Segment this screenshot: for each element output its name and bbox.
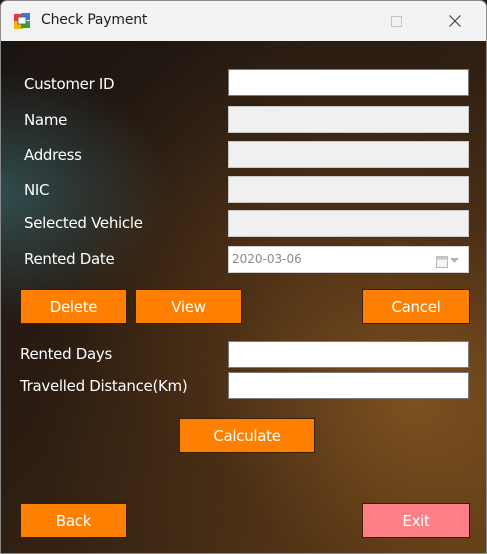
view-button[interactable]: View	[135, 289, 242, 324]
title-bar[interactable]: Check Payment —	[1, 1, 486, 41]
selected-vehicle-field[interactable]	[228, 210, 469, 237]
nic-field[interactable]	[228, 176, 469, 203]
rented-days-input[interactable]	[228, 341, 469, 368]
chevron-down-icon	[450, 258, 459, 263]
app-icon	[14, 13, 30, 29]
rented-days-label: Rented Days	[20, 345, 113, 363]
exit-button[interactable]: Exit	[362, 503, 470, 538]
close-icon	[449, 15, 461, 27]
cancel-button[interactable]: Cancel	[362, 289, 470, 324]
maximize-button[interactable]	[373, 1, 419, 41]
rented-date-label: Rented Date	[24, 250, 115, 268]
address-field[interactable]	[228, 141, 469, 168]
selected-vehicle-label: Selected Vehicle	[24, 214, 143, 232]
rented-date-value: 2020-03-06	[232, 252, 302, 266]
rented-date-picker[interactable]: 2020-03-06	[228, 246, 469, 273]
calendar-dropdown[interactable]	[436, 253, 460, 269]
name-label: Name	[24, 111, 68, 129]
window-title: Check Payment	[41, 12, 148, 28]
close-button[interactable]	[432, 1, 478, 41]
check-payment-window: Check Payment — Customer ID Name Address…	[0, 0, 487, 554]
delete-button[interactable]: Delete	[20, 289, 127, 324]
maximize-icon	[390, 15, 402, 27]
address-label: Address	[24, 146, 82, 164]
calendar-icon	[436, 255, 448, 268]
nic-label: NIC	[24, 181, 50, 199]
back-button[interactable]: Back	[20, 503, 127, 538]
travelled-distance-input[interactable]	[228, 372, 469, 399]
customer-id-input[interactable]	[228, 69, 469, 96]
name-field[interactable]	[228, 106, 469, 133]
calculate-button[interactable]: Calculate	[179, 418, 315, 453]
travelled-distance-label: Travelled Distance(Km)	[20, 377, 188, 395]
customer-id-label: Customer ID	[24, 75, 115, 93]
form-body: Customer ID Name Address NIC Selected Ve…	[1, 41, 486, 553]
